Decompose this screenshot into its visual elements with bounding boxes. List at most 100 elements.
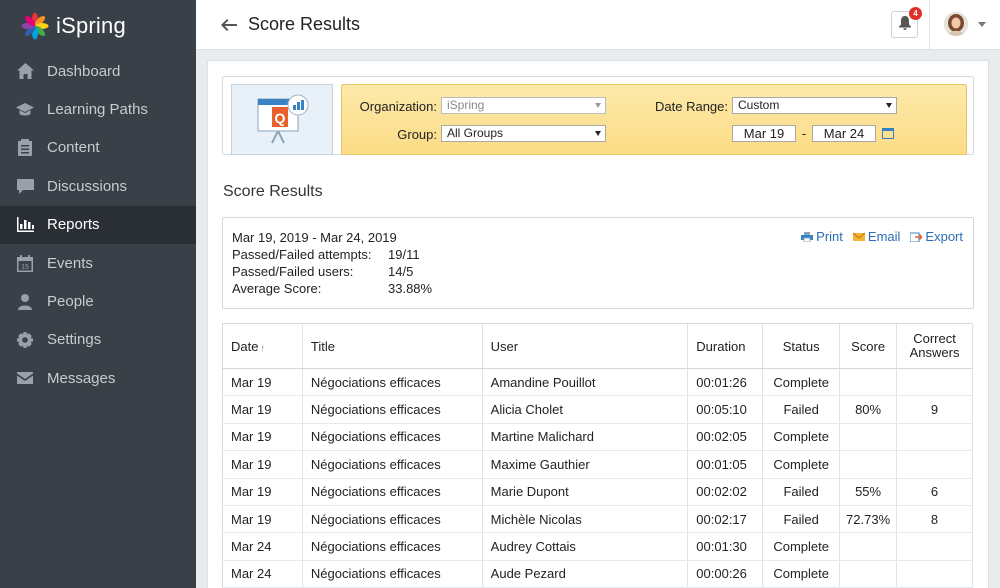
table-row[interactable]: Mar 19 Négociations efficaces Michèle Nico…: [222, 505, 973, 534]
sidebar-item-label: Dashboard: [47, 62, 121, 80]
sidebar-item-dashboard[interactable]: Dashboard: [0, 52, 196, 90]
export-button[interactable]: Export: [910, 229, 963, 244]
sidebar-item-learning-paths[interactable]: Learning Paths: [0, 90, 196, 128]
organization-label: Organization:: [359, 99, 437, 114]
sidebar-item-label: Discussions: [47, 177, 128, 195]
table-row[interactable]: Mar 19 Négociations efficaces Alicia Chole…: [222, 395, 973, 424]
cell-date: Mar 19: [222, 368, 303, 397]
cell-correct-answers: 9: [896, 395, 973, 424]
score-report-illustration-icon: Q: [231, 84, 333, 155]
sidebar-item-messages[interactable]: Messages: [0, 359, 196, 397]
calendar-icon[interactable]: [882, 128, 894, 139]
sidebar-item-content[interactable]: Content: [0, 129, 196, 167]
sidebar-item-events[interactable]: 15 Events: [0, 244, 196, 282]
gear-icon: [16, 331, 34, 349]
cell-duration: 00:00:26: [687, 560, 764, 588]
cell-score: [839, 423, 898, 452]
cell-duration: 00:01:26: [687, 368, 764, 397]
sidebar-item-label: Messages: [47, 369, 116, 387]
table-row[interactable]: Mar 19 Négociations efficaces Maxime Gauth…: [222, 450, 973, 479]
summary-label: Passed/Failed attempts:: [232, 247, 372, 262]
bar-chart-icon: [16, 216, 34, 234]
cell-user: Marie Dupont: [482, 478, 689, 506]
section-title: Score Results: [223, 183, 323, 200]
column-header-score[interactable]: Score: [839, 323, 898, 369]
column-header-title[interactable]: Title: [302, 323, 483, 369]
summary-label: Passed/Failed users:: [232, 264, 354, 279]
table-row[interactable]: Mar 19 Négociations efficaces Amandine Pou…: [222, 368, 973, 397]
cell-score[interactable]: 55%: [839, 478, 898, 506]
cell-score: [839, 368, 898, 397]
cell-score: [839, 560, 898, 588]
cell-date: Mar 19: [222, 423, 303, 452]
date-range-select[interactable]: Custom: [732, 97, 897, 114]
logo[interactable]: iSpring: [0, 0, 196, 52]
cell-date: Mar 24: [222, 532, 303, 561]
column-header-date[interactable]: Date ↑: [222, 323, 303, 369]
top-header: Score Results 4: [196, 0, 1000, 50]
cell-user: Maxime Gauthier: [482, 450, 689, 479]
cell-score[interactable]: 80%: [839, 395, 898, 424]
column-label: Correct: [913, 331, 956, 346]
report-actions: Print Email Export: [801, 229, 963, 244]
print-button[interactable]: Print: [801, 229, 843, 244]
table-row[interactable]: Mar 19 Négociations efficaces Marie Dupont…: [222, 478, 973, 506]
organization-value: iSpring: [447, 98, 485, 112]
cell-status: Complete: [762, 560, 841, 588]
column-header-duration[interactable]: Duration: [687, 323, 764, 369]
chat-icon: [16, 177, 34, 195]
graduation-cap-icon: [16, 101, 34, 119]
date-to-input[interactable]: Mar 24: [812, 125, 876, 142]
user-menu[interactable]: [944, 12, 986, 36]
organization-select[interactable]: iSpring: [441, 97, 606, 114]
filter-box: Q Organization: iSpring Group: All Group…: [222, 76, 974, 155]
cell-correct-answers: [896, 532, 973, 561]
cell-score[interactable]: 72.73%: [839, 505, 898, 534]
summary-date-range: Mar 19, 2019 - Mar 24, 2019: [232, 230, 397, 245]
chevron-down-icon: [978, 21, 986, 27]
cell-correct-answers: 8: [896, 505, 973, 534]
cell-title: Négociations efficaces: [302, 450, 483, 479]
filter-area: Organization: iSpring Group: All Groups …: [341, 84, 967, 155]
sidebar-item-settings[interactable]: Settings: [0, 321, 196, 359]
table-row[interactable]: Mar 24 Négociations efficaces Audrey Cotta…: [222, 532, 973, 561]
group-value: All Groups: [447, 126, 504, 140]
cell-user: Alicia Cholet: [482, 395, 689, 424]
email-label: Email: [867, 229, 901, 244]
chevron-down-icon: [886, 103, 892, 108]
cell-title: Négociations efficaces: [302, 505, 483, 534]
sidebar-item-discussions[interactable]: Discussions: [0, 167, 196, 205]
printer-icon: [801, 231, 814, 242]
group-select[interactable]: All Groups: [441, 125, 606, 142]
notification-count-badge: 4: [909, 7, 922, 20]
summary-box: Mar 19, 2019 - Mar 24, 2019 Passed/Faile…: [222, 217, 974, 309]
cell-user: Martine Malichard: [482, 423, 689, 452]
date-from-input[interactable]: Mar 19: [732, 125, 796, 142]
cell-title: Négociations efficaces: [302, 423, 483, 452]
sidebar-item-people[interactable]: People: [0, 282, 196, 320]
sidebar-nav: Dashboard Learning Paths Content Discuss…: [0, 52, 196, 398]
table-row[interactable]: Mar 19 Négociations efficaces Martine Mali…: [222, 423, 973, 452]
cell-status: Complete: [762, 532, 841, 561]
email-button[interactable]: Email: [852, 229, 901, 244]
cell-score: [839, 450, 898, 479]
back-arrow-icon[interactable]: [218, 14, 240, 36]
notifications-button[interactable]: 4: [891, 7, 922, 38]
column-label: Date: [231, 338, 259, 354]
table-row[interactable]: Mar 24 Négociations efficaces Aude Pezard 0…: [222, 560, 973, 588]
cell-duration: 00:02:02: [687, 478, 764, 506]
column-header-user[interactable]: User: [482, 323, 689, 369]
sidebar-item-reports[interactable]: Reports: [0, 205, 196, 244]
sidebar-item-label: Reports: [47, 216, 100, 234]
export-label: Export: [925, 229, 963, 244]
column-header-status[interactable]: Status: [762, 323, 841, 369]
summary-value: 14/5: [388, 264, 414, 279]
group-label: Group:: [397, 127, 437, 142]
column-header-correct-answers[interactable]: Correct Answers: [896, 323, 973, 369]
column-label: Answers: [909, 345, 960, 360]
cell-user: Audrey Cottais: [482, 532, 689, 561]
cell-date: Mar 19: [222, 478, 303, 506]
header-divider: [929, 0, 930, 50]
cell-user: Amandine Pouillot: [482, 368, 689, 397]
cell-duration: 00:02:17: [687, 505, 764, 534]
